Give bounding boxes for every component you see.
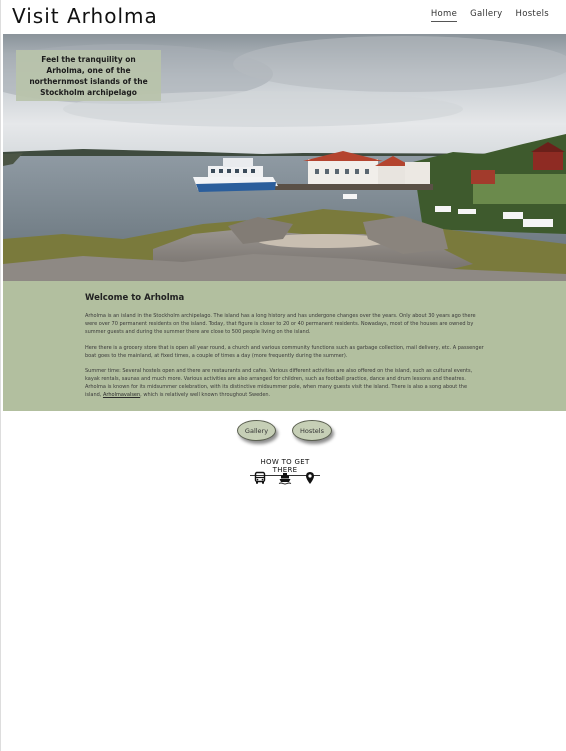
site-logo[interactable]: Visit Arholma [12, 4, 158, 28]
nav-hostels-link[interactable]: Hostels [516, 9, 549, 22]
welcome-paragraph-3: Summer time: Several hostels open and th… [85, 367, 485, 399]
site-header: Visit Arholma Home Gallery Hostels [1, 0, 566, 34]
main-nav: Home Gallery Hostels [430, 9, 549, 22]
nav-home-link[interactable]: Home [430, 9, 458, 22]
page: Visit Arholma Home Gallery Hostels Feel … [0, 0, 566, 751]
welcome-paragraph-2: Here there is a grocery store that is op… [85, 345, 484, 359]
transport-icons [250, 471, 320, 485]
welcome-title: Welcome to Arholma [85, 293, 185, 303]
hero-image: Feel the tranquility on Arholma, one of … [3, 34, 566, 281]
location-pin-icon[interactable] [303, 471, 317, 485]
hero-caption: Feel the tranquility on Arholma, one of … [16, 50, 161, 101]
ferry-icon[interactable] [278, 471, 292, 485]
bus-icon[interactable] [253, 471, 267, 485]
hostels-button[interactable]: Hostels [292, 420, 332, 441]
paragraph-3-end: , which is relatively well known through… [140, 392, 271, 398]
how-to-get-there: HOW TO GET THERE [250, 458, 320, 485]
welcome-section: Welcome to Arholma Arholma is an island … [3, 281, 566, 411]
song-link[interactable]: Arholmavalsen [103, 392, 140, 398]
nav-gallery-link[interactable]: Gallery [470, 9, 502, 22]
hero-caption-text: Feel the tranquility on Arholma, one of … [29, 54, 148, 97]
gallery-button[interactable]: Gallery [237, 420, 276, 441]
welcome-paragraph-1: Arholma is an island in the Stockholm ar… [85, 313, 476, 335]
